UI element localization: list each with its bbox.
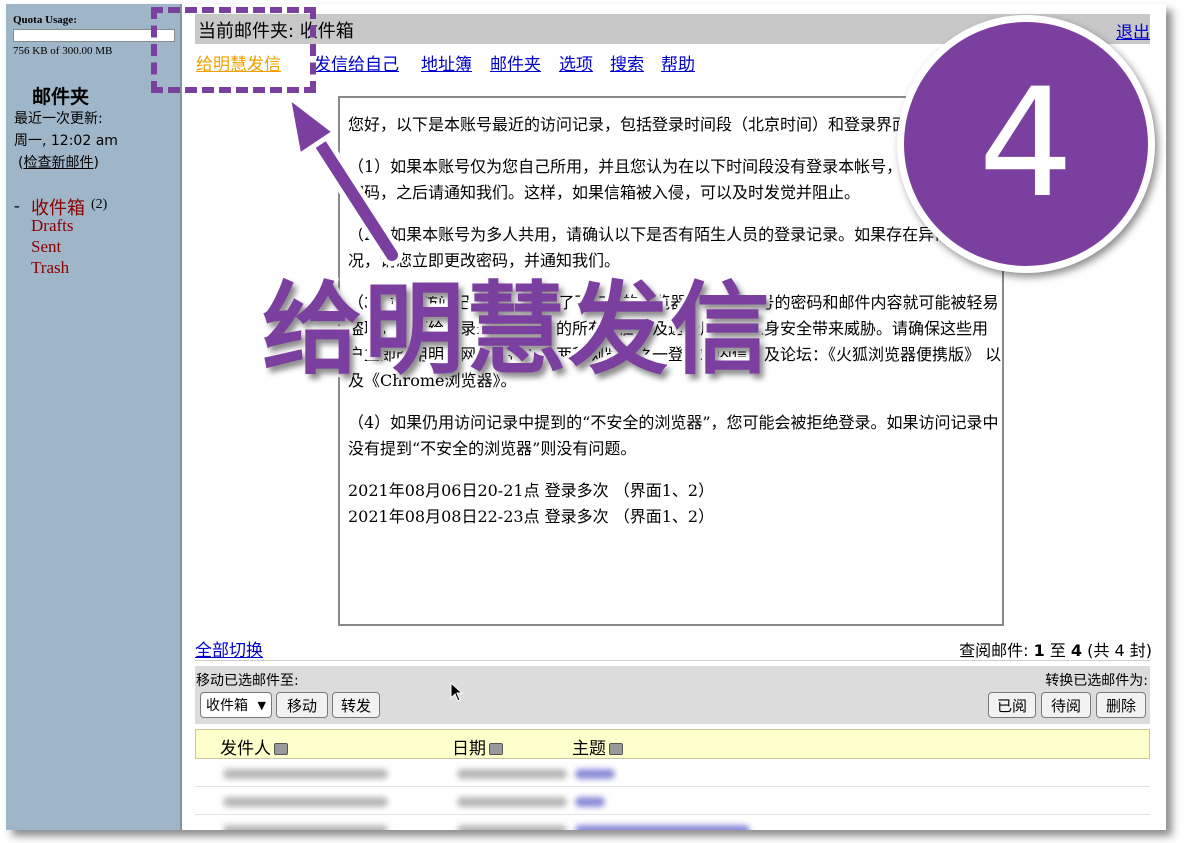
blurred-subject — [575, 825, 750, 830]
view-to-word: 至 — [1049, 641, 1066, 660]
col-subject-label: 主题 — [572, 739, 606, 759]
last-update-label: 最近一次更新: — [14, 111, 103, 127]
view-label: 查阅邮件: — [959, 641, 1029, 660]
mouse-cursor-icon — [450, 682, 464, 702]
table-row[interactable] — [195, 759, 1150, 787]
step-number: 4 — [978, 57, 1074, 231]
check-mail-wrapper: (检查新邮件) — [18, 152, 99, 172]
blurred-subject — [575, 797, 605, 807]
col-from-label: 发件人 — [220, 739, 271, 759]
target-folder-value: 收件箱 — [206, 698, 248, 714]
check-mail-paren-close: ) — [93, 155, 99, 171]
nav-send-to-self[interactable]: 发信给自己 — [314, 50, 399, 75]
quota-text: 756 KB of 300.00 MB — [13, 45, 113, 57]
mark-unread-button[interactable]: 待阅 — [1041, 692, 1091, 718]
move-selected-label: 移动已选邮件至: — [196, 673, 299, 689]
folder-sent[interactable]: Sent — [31, 237, 61, 257]
check-mail-link[interactable]: 检查新邮件 — [23, 155, 93, 171]
blurred-subject — [575, 769, 615, 779]
mark-read-button[interactable]: 已阅 — [988, 692, 1036, 718]
table-row[interactable] — [195, 815, 1150, 830]
blurred-sender — [223, 797, 388, 807]
logout-link[interactable]: 退出 — [1116, 18, 1150, 43]
highlight-dashed-box — [151, 7, 316, 93]
nav-help[interactable]: 帮助 — [661, 50, 695, 75]
folders-heading: 邮件夹 — [32, 86, 90, 108]
nav-search[interactable]: 搜索 — [610, 50, 644, 75]
inbox-unread-count: (2) — [91, 197, 108, 212]
toggle-all-link[interactable]: 全部切换 — [195, 636, 263, 661]
sort-icon[interactable] — [274, 743, 288, 755]
step-caption: 给明慧发信 — [259, 268, 774, 392]
table-row[interactable] — [195, 787, 1150, 815]
col-header-subject[interactable]: 主题 — [572, 734, 623, 759]
access-log-line-1: 2021年08月06日20-21点 登录多次 （界面1、2） — [348, 481, 715, 500]
view-total: (共 4 封) — [1087, 641, 1152, 660]
notice-paragraph-5: （4）如果仍用访问记录中提到的“不安全的浏览器”，您可能会被拒绝登录。如果访问记… — [348, 413, 999, 458]
sort-icon[interactable] — [489, 743, 503, 755]
convert-selected-label: 转换已选邮件为: — [1045, 673, 1148, 689]
inbox-marker: - — [14, 196, 20, 215]
nav-address-book[interactable]: 地址簿 — [421, 50, 472, 75]
sort-icon[interactable] — [609, 743, 623, 755]
quota-title: Quota Usage: — [13, 14, 77, 26]
forward-button[interactable]: 转发 — [332, 692, 380, 718]
blurred-sender — [223, 825, 388, 830]
divider — [195, 660, 1150, 661]
col-date-label: 日期 — [452, 739, 486, 759]
target-folder-select[interactable]: 收件箱 ▼ — [200, 692, 272, 718]
blurred-date — [457, 797, 567, 807]
move-button[interactable]: 移动 — [276, 692, 328, 718]
blurred-sender — [223, 769, 388, 779]
folder-drafts[interactable]: Drafts — [31, 216, 73, 236]
view-from: 1 — [1033, 641, 1045, 660]
last-update-time: 周一, 12:02 am — [14, 133, 118, 149]
delete-button[interactable]: 删除 — [1096, 692, 1146, 718]
nav-folders[interactable]: 邮件夹 — [490, 50, 541, 75]
nav-options[interactable]: 选项 — [559, 50, 593, 75]
col-header-date[interactable]: 日期 — [452, 734, 503, 759]
message-count: 查阅邮件: 1 至 4 (共 4 封) — [959, 637, 1152, 661]
blurred-date — [457, 769, 567, 779]
folder-trash[interactable]: Trash — [31, 258, 69, 278]
step-number-badge: 4 — [897, 15, 1155, 273]
view-to: 4 — [1070, 641, 1083, 660]
col-header-from[interactable]: 发件人 — [220, 734, 288, 759]
access-log-line-2: 2021年08月08日22-23点 登录多次 （界面1、2） — [348, 507, 715, 526]
sidebar-separator — [180, 4, 194, 830]
chevron-down-icon: ▼ — [257, 699, 266, 712]
message-list-header — [195, 729, 1150, 759]
blurred-date — [457, 825, 567, 830]
